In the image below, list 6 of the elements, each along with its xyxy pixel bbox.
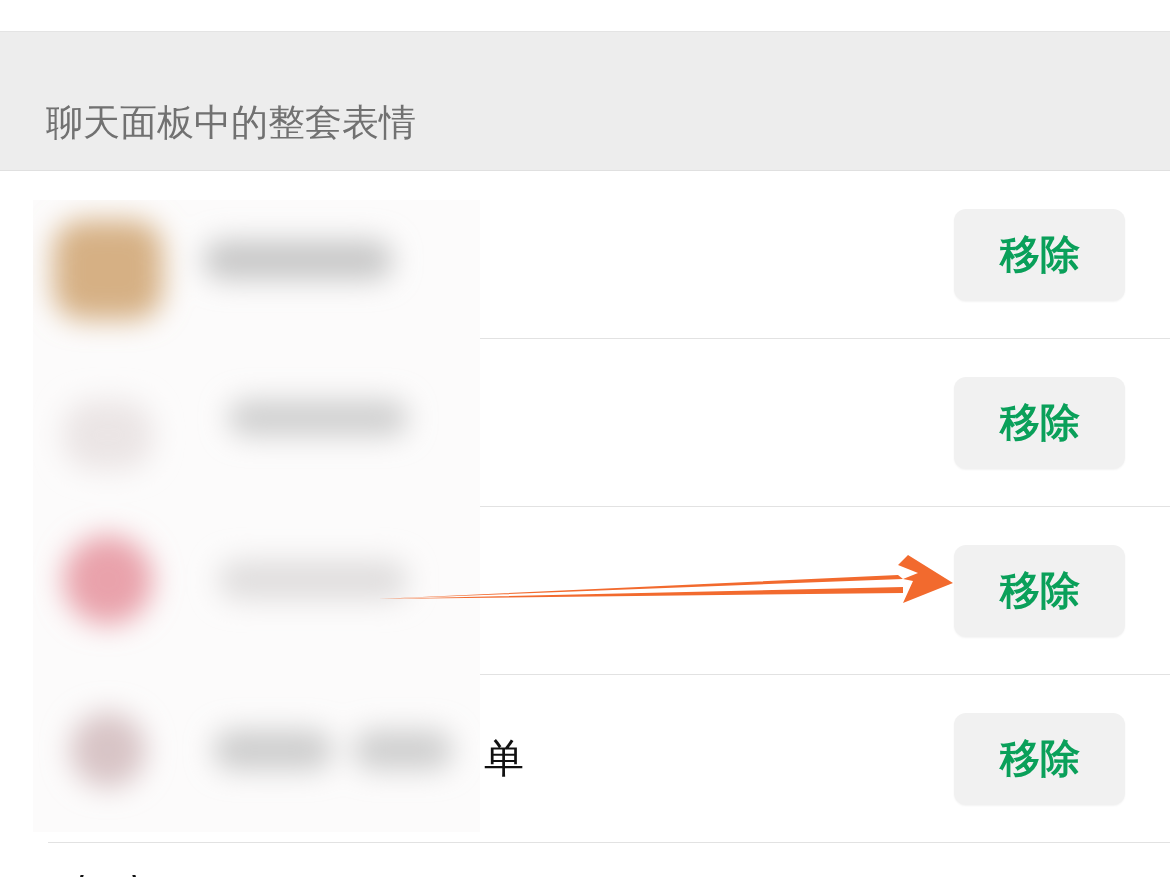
remove-button[interactable]: 移除	[954, 208, 1125, 301]
sticker-pack-name: 单	[484, 734, 524, 783]
remove-button[interactable]: 移除	[954, 712, 1125, 805]
remove-button[interactable]: 移除	[954, 544, 1125, 637]
remove-button[interactable]: 移除	[954, 376, 1125, 469]
section-header: 聊天面板中的整套表情	[46, 100, 416, 146]
